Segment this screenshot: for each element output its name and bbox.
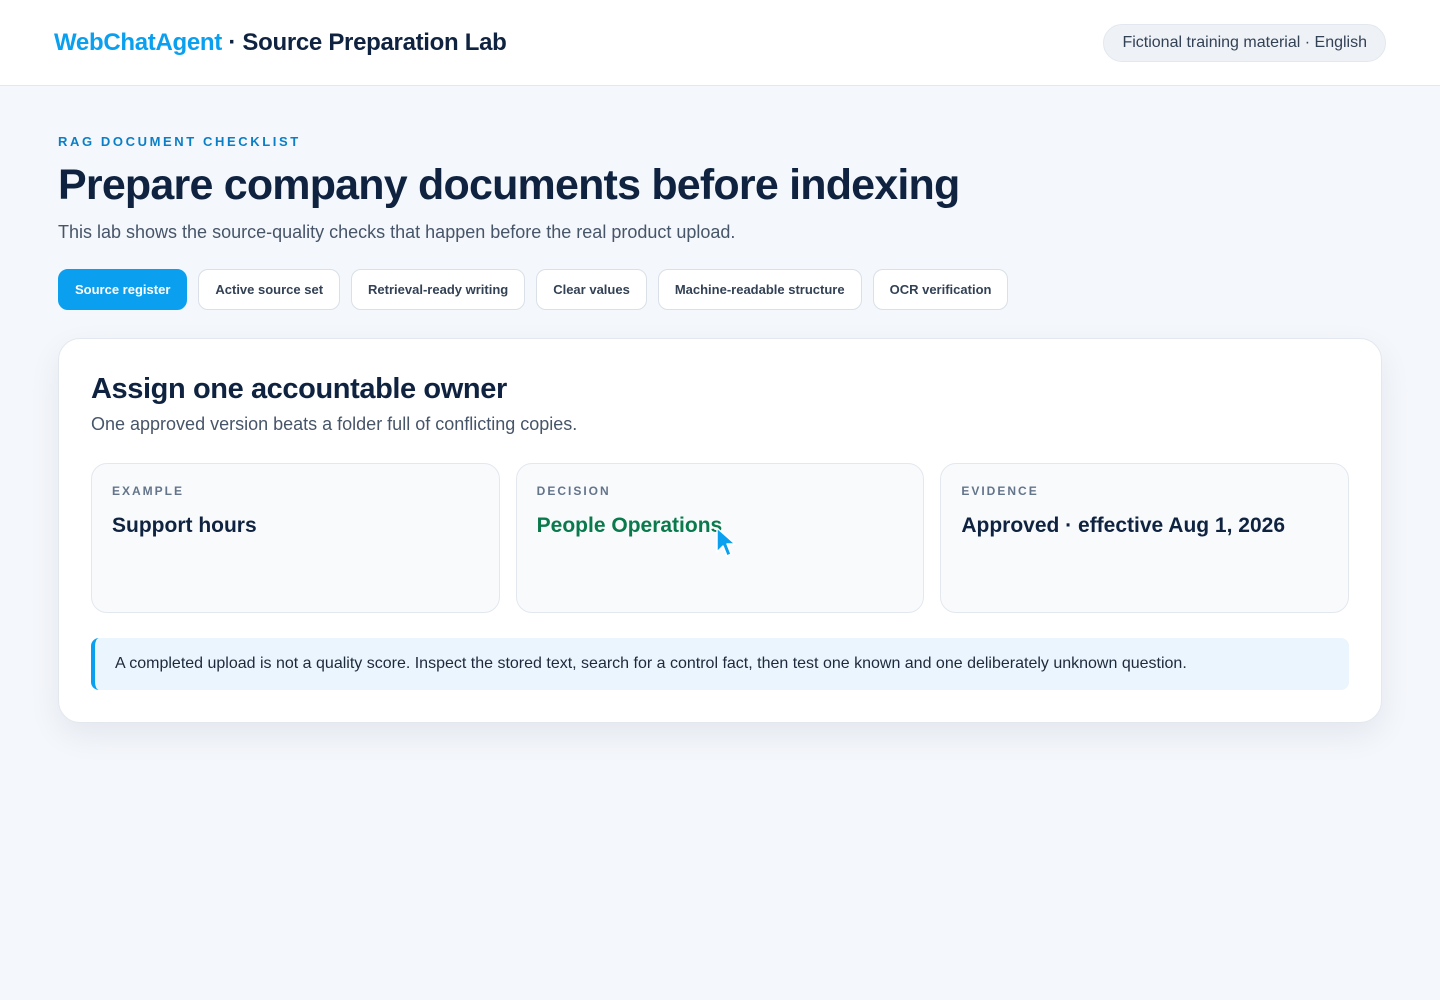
brand-separator: · — [221, 28, 243, 56]
main-content: RAG DOCUMENT CHECKLIST Prepare company d… — [0, 86, 1440, 724]
top-bar: WebChatAgent · Source Preparation Lab Fi… — [0, 0, 1440, 86]
decision-card: DECISION People Operations — [515, 463, 925, 614]
page-subtitle: This lab shows the source-quality checks… — [58, 222, 736, 243]
brand-title[interactable]: WebChatAgent · Source Preparation Lab — [54, 29, 507, 57]
page-title: Prepare company documents before indexin… — [58, 161, 960, 209]
evidence-label: EVIDENCE — [961, 484, 1039, 499]
checklist-panel: Assign one accountable owner One approve… — [58, 338, 1382, 724]
training-material-badge: Fictional training material · English — [1103, 23, 1386, 62]
quality-note: A completed upload is not a quality scor… — [91, 638, 1349, 691]
tab-machine-readable-structure[interactable]: Machine-readable structure — [657, 269, 862, 311]
example-value: Support hours — [112, 514, 257, 538]
mouse-pointer-icon — [715, 527, 736, 558]
tab-retrieval-ready-writing[interactable]: Retrieval-ready writing — [351, 269, 526, 311]
tab-ocr-verification[interactable]: OCR verification — [872, 269, 1009, 311]
brand-lab-name: Source Preparation Lab — [242, 28, 507, 56]
tab-clear-values[interactable]: Clear values — [536, 269, 647, 311]
panel-title: Assign one accountable owner — [91, 373, 507, 406]
checklist-tabs: Source register Active source set Retrie… — [58, 269, 1382, 311]
panel-columns: EXAMPLE Support hours DECISION People Op… — [91, 463, 1350, 614]
tab-source-register[interactable]: Source register — [58, 269, 188, 311]
evidence-value: Approved · effective Aug 1, 2026 — [961, 514, 1285, 538]
brand-name: WebChatAgent — [54, 28, 222, 56]
example-label: EXAMPLE — [112, 484, 185, 499]
section-eyebrow: RAG DOCUMENT CHECKLIST — [58, 134, 301, 149]
tab-active-source-set[interactable]: Active source set — [198, 269, 341, 311]
evidence-card: EVIDENCE Approved · effective Aug 1, 202… — [940, 463, 1350, 614]
panel-subtitle: One approved version beats a folder full… — [91, 414, 578, 435]
example-card: EXAMPLE Support hours — [91, 463, 500, 614]
decision-label: DECISION — [536, 484, 611, 499]
